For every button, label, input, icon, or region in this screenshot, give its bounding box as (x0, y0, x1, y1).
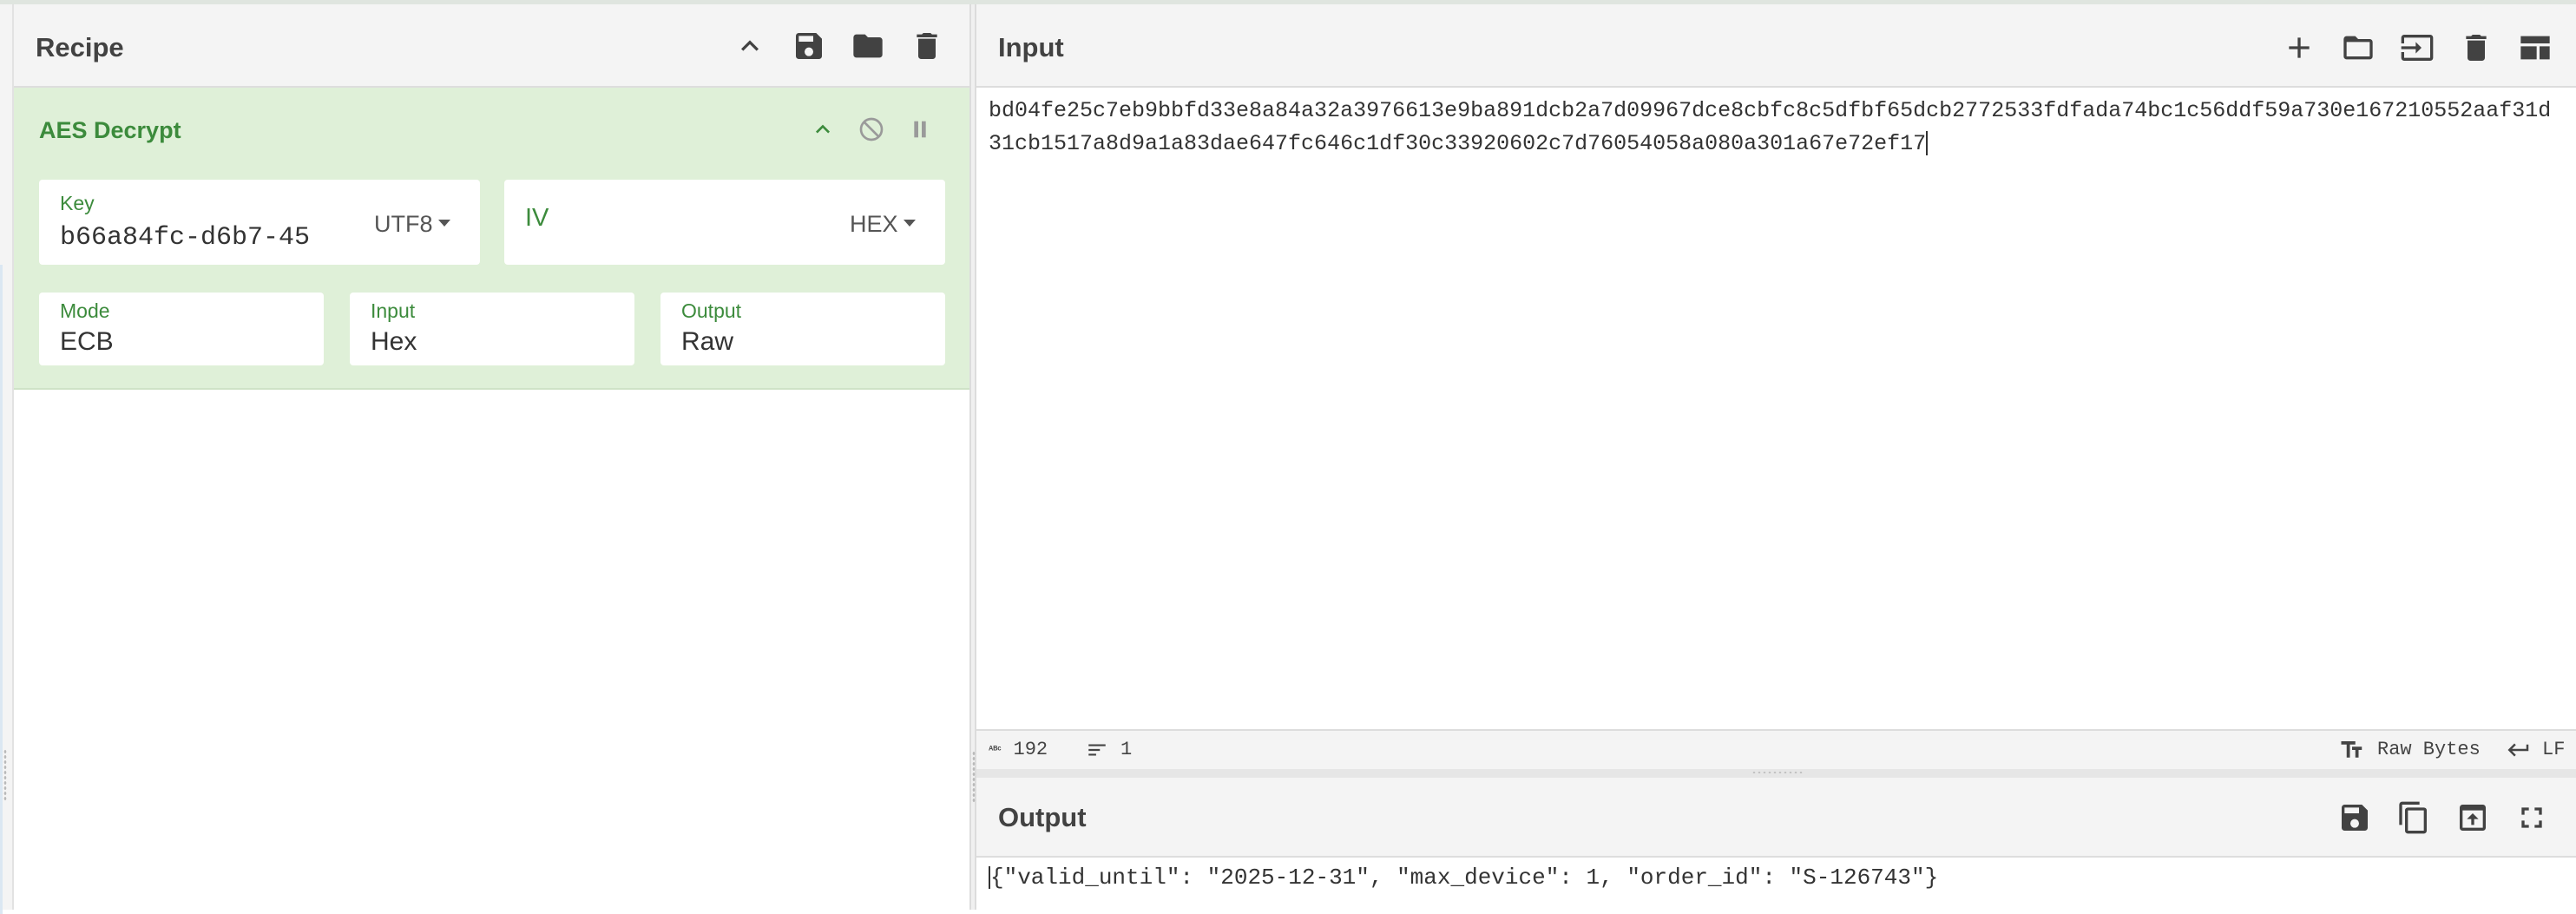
disable-operation-button[interactable] (854, 112, 889, 147)
input-title: Input (998, 32, 1064, 62)
left-strip-accent (0, 265, 3, 914)
trash-icon (2466, 35, 2487, 61)
left-resize-strip[interactable] (0, 4, 14, 914)
io-divider[interactable] (976, 769, 2576, 778)
length-indicator: ᴬᴮᶜ 192 (989, 731, 1048, 769)
input-format-label: Input (371, 299, 416, 322)
recipe-title: Recipe (36, 32, 124, 62)
pane-divider[interactable] (969, 4, 976, 910)
return-arrow-icon (2507, 743, 2529, 757)
output-pane: Output {"valid_until": "2025-12-31", "ma… (976, 778, 2576, 910)
output-format-label: Output (681, 299, 742, 322)
chevron-up-icon (741, 40, 759, 51)
folder-icon (853, 34, 883, 58)
output-title: Output (998, 802, 1087, 832)
mode-value[interactable]: ECB (60, 327, 114, 357)
save-recipe-button[interactable] (788, 25, 830, 67)
copy-output-button[interactable] (2393, 797, 2435, 838)
input-arrow-icon (2401, 35, 2434, 61)
recipe-pane: Recipe AES Decrypt Key b66a84fc-d6b7-45 (14, 4, 969, 910)
recipe-header: Recipe (14, 4, 969, 88)
plus-icon (2289, 37, 2310, 58)
lines-icon (1088, 744, 1106, 756)
input-status-bar: ᴬᴮᶜ 192 1 Raw Bytes LF (976, 729, 2576, 769)
save-icon (796, 33, 822, 59)
lines-value: 1 (1120, 739, 1133, 760)
key-input[interactable]: b66a84fc-d6b7-45 (60, 223, 310, 253)
iv-field[interactable]: IV HEX (504, 180, 945, 265)
output-textarea[interactable]: {"valid_until": "2025-12-31", "max_devic… (989, 865, 1938, 891)
lines-indicator: 1 (1086, 731, 1132, 769)
copy-icon (2399, 801, 2427, 834)
open-folder-button[interactable] (2396, 27, 2438, 69)
clear-input-button[interactable] (2455, 27, 2497, 69)
output-header: Output (976, 778, 2576, 858)
trash-icon (917, 33, 937, 59)
caret-down-icon (903, 219, 916, 227)
eol-selector[interactable]: LF (2506, 731, 2565, 769)
input-pane: Input bd04fe25c7eb9bbfd33e8a84a32a397661… (976, 4, 2576, 768)
maximise-output-button[interactable] (2511, 797, 2553, 838)
open-file-button[interactable] (2337, 27, 2379, 69)
mode-field[interactable]: Mode ECB (39, 293, 324, 365)
key-encoding-value: UTF8 (374, 211, 433, 237)
text-cursor (1926, 131, 1929, 156)
operation-name: AES Decrypt (39, 117, 181, 143)
save-output-button[interactable] (2334, 797, 2376, 838)
left-resize-grip[interactable] (3, 749, 7, 801)
key-field[interactable]: Key b66a84fc-d6b7-45 UTF8 (39, 180, 480, 265)
iv-label: IV (525, 204, 549, 232)
input-format-value[interactable]: Hex (371, 327, 417, 357)
pause-icon (914, 121, 926, 138)
input-textarea[interactable]: bd04fe25c7eb9bbfd33e8a84a32a3976613e9ba8… (989, 95, 2564, 161)
layout-icon (2520, 36, 2550, 60)
iv-encoding-dropdown[interactable]: HEX (850, 211, 916, 238)
pause-operation-button[interactable] (903, 112, 937, 147)
length-value: 192 (1013, 739, 1048, 760)
encoding-value: Raw Bytes (2377, 739, 2481, 760)
pane-divider-grip[interactable] (972, 751, 976, 803)
save-icon (2342, 805, 2368, 831)
abc-icon: ᴬᴮᶜ (989, 745, 1002, 755)
input-format-field[interactable]: Input Hex (350, 293, 634, 365)
encoding-selector[interactable]: Raw Bytes (2339, 731, 2481, 769)
collapse-all-button[interactable] (729, 25, 771, 67)
mode-label: Mode (60, 299, 110, 322)
replace-input-button[interactable] (2452, 797, 2494, 838)
key-label: Key (60, 192, 95, 214)
collapse-operation-button[interactable] (805, 112, 840, 147)
text-format-icon (2341, 741, 2362, 758)
reset-layout-button[interactable] (2514, 27, 2556, 69)
key-encoding-dropdown[interactable]: UTF8 (374, 211, 450, 238)
folder-outline-icon (2343, 36, 2373, 60)
output-format-field[interactable]: Output Raw (660, 293, 945, 365)
add-input-tab-button[interactable] (2278, 27, 2320, 69)
io-divider-grip[interactable] (1751, 771, 1804, 774)
aes-decrypt-operation[interactable]: AES Decrypt Key b66a84fc-d6b7-45 UTF8 IV… (14, 88, 969, 390)
input-text-content: bd04fe25c7eb9bbfd33e8a84a32a3976613e9ba8… (989, 98, 2552, 156)
disable-icon (859, 117, 884, 141)
input-header: Input (976, 4, 2576, 88)
output-text-content: {"valid_until": "2025-12-31", "max_devic… (990, 865, 1939, 891)
clear-recipe-button[interactable] (906, 25, 948, 67)
output-format-value[interactable]: Raw (681, 327, 733, 357)
chevron-up-icon (816, 124, 830, 134)
open-in-input-icon (2460, 805, 2486, 831)
fullscreen-icon (2521, 807, 2542, 828)
iv-encoding-value: HEX (850, 211, 898, 237)
eol-value: LF (2542, 739, 2566, 760)
caret-down-icon (437, 219, 450, 227)
load-recipe-button[interactable] (847, 25, 889, 67)
